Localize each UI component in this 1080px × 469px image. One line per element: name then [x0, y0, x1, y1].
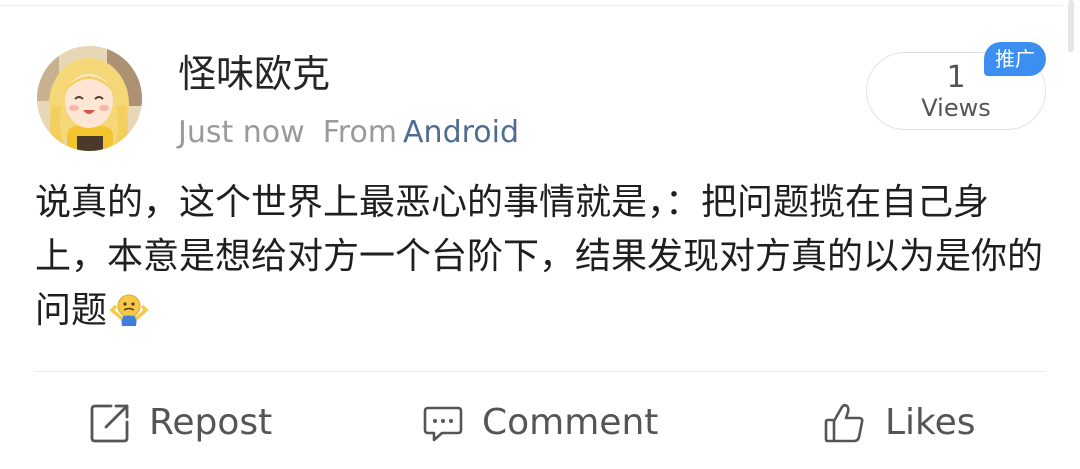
- shrug-emoji-icon: [109, 290, 149, 344]
- scrollbar[interactable]: [1068, 0, 1074, 52]
- views-label: Views: [921, 94, 991, 122]
- thumbs-up-icon: [823, 401, 867, 445]
- comment-button[interactable]: Comment: [422, 398, 658, 448]
- source-link[interactable]: Android: [403, 115, 519, 150]
- avatar-illustration: [37, 46, 142, 151]
- comment-label: Comment: [482, 402, 659, 443]
- author-name[interactable]: 怪味欧克: [178, 50, 330, 98]
- avatar[interactable]: [37, 46, 142, 151]
- comment-icon: [422, 402, 464, 444]
- source-label: From: [322, 115, 398, 150]
- promo-badge: 推广: [984, 42, 1046, 76]
- likes-label: Likes: [885, 402, 976, 443]
- post-text: 说真的，这个世界上最恶心的事情就是，：把问题揽在自己身上，本意是想给对方一个台阶…: [35, 182, 1044, 331]
- post-content: 说真的，这个世界上最恶心的事情就是，：把问题揽在自己身上，本意是想给对方一个台阶…: [35, 176, 1045, 344]
- likes-button[interactable]: Likes: [823, 398, 976, 448]
- repost-label: Repost: [149, 402, 273, 443]
- repost-button[interactable]: Repost: [89, 398, 272, 448]
- content-divider: [35, 371, 1045, 372]
- repost-icon: [89, 402, 131, 444]
- top-divider: [0, 5, 1062, 6]
- post-meta: Just now From Android: [178, 112, 519, 154]
- post-time: Just now: [178, 115, 305, 150]
